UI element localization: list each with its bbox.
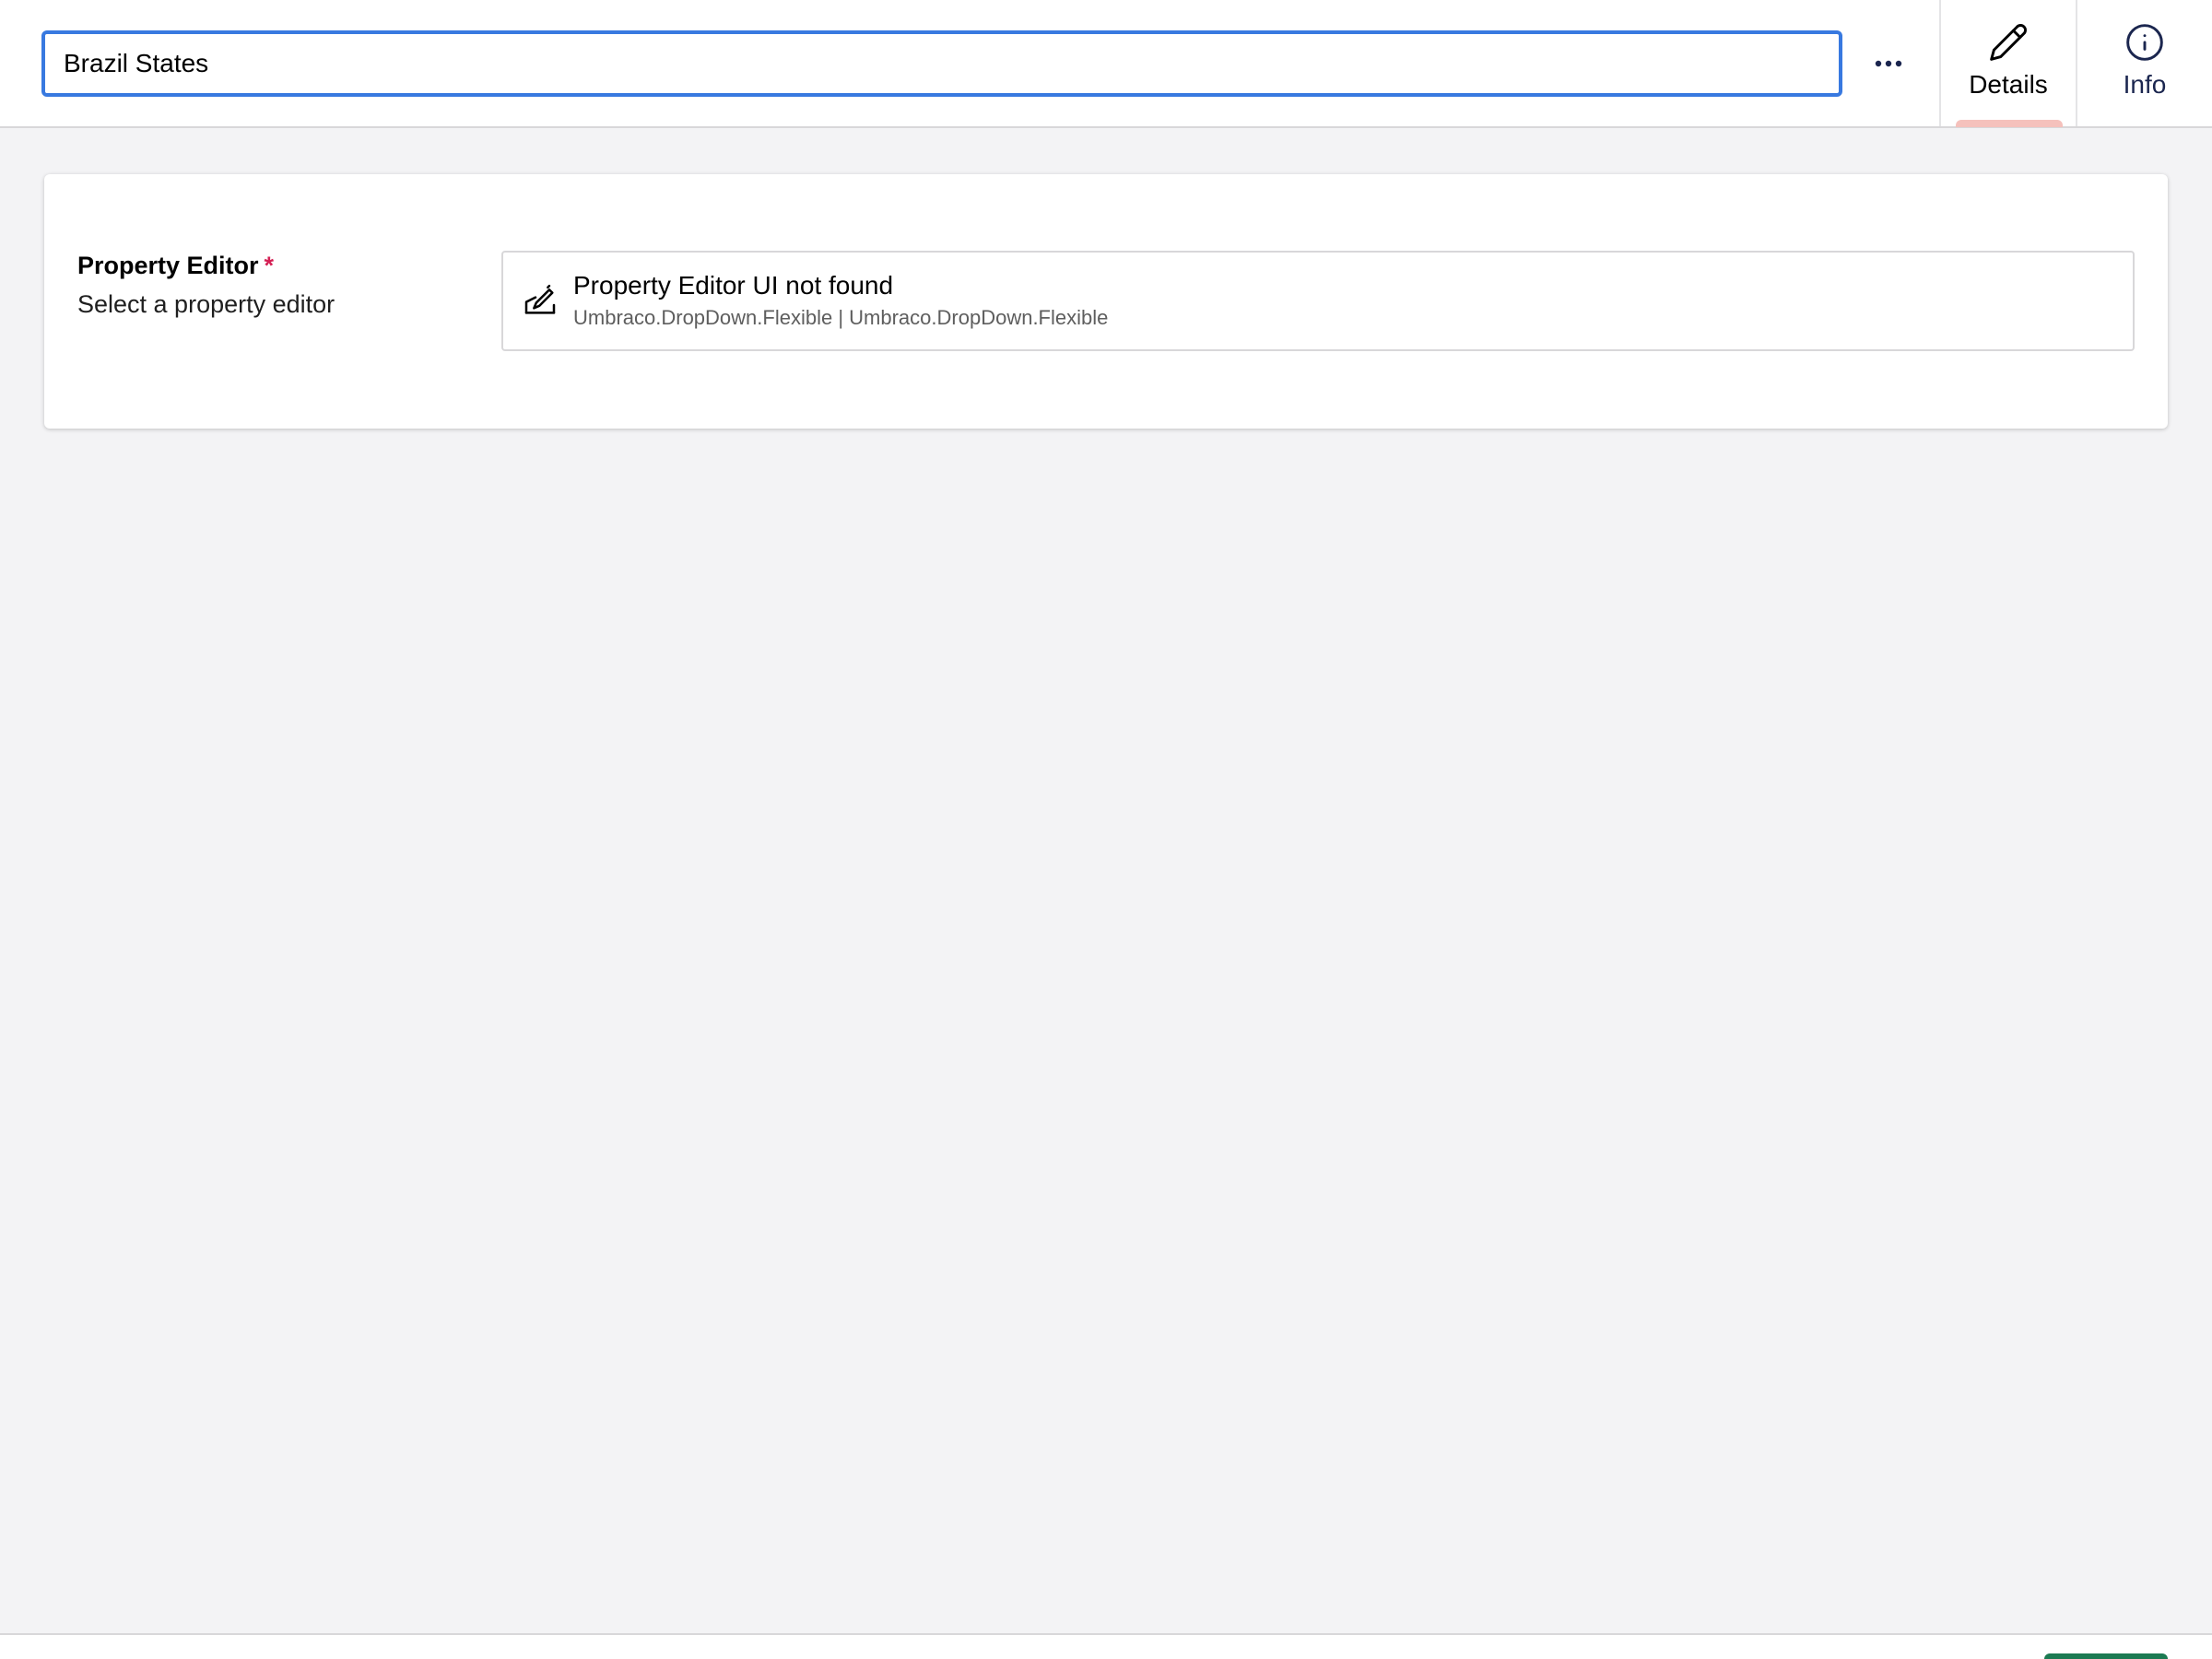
- property-editor-alias: Umbraco.DropDown.Flexible | Umbraco.Drop…: [573, 306, 1109, 329]
- edit-document-icon: [522, 282, 559, 319]
- property-label: Property Editor *: [77, 252, 274, 280]
- tab-details-label: Details: [1969, 70, 2048, 99]
- pencil-icon: [1988, 22, 2029, 63]
- property-description: Select a property editor: [77, 290, 335, 318]
- more-actions-button[interactable]: [1858, 34, 1919, 93]
- tab-info[interactable]: Info: [2076, 0, 2212, 126]
- info-icon: [2124, 22, 2165, 63]
- tab-details[interactable]: Details: [1939, 0, 2076, 127]
- workspace-header: Details Info: [0, 0, 2212, 128]
- property-editor-title: Property Editor UI not found: [573, 271, 894, 300]
- property-label-text: Property Editor: [77, 252, 259, 279]
- save-button[interactable]: [2044, 1653, 2168, 1659]
- active-tab-indicator: [1956, 120, 2063, 127]
- required-indicator: *: [264, 252, 275, 279]
- tab-info-label: Info: [2123, 70, 2167, 99]
- more-horizontal-icon: [1875, 60, 1902, 67]
- property-editor-picker[interactable]: Property Editor UI not found Umbraco.Dro…: [501, 251, 2135, 351]
- name-input[interactable]: [41, 30, 1842, 97]
- workspace-footer: [0, 1633, 2212, 1659]
- property-editor-card: Property Editor * Select a property edito…: [44, 174, 2168, 429]
